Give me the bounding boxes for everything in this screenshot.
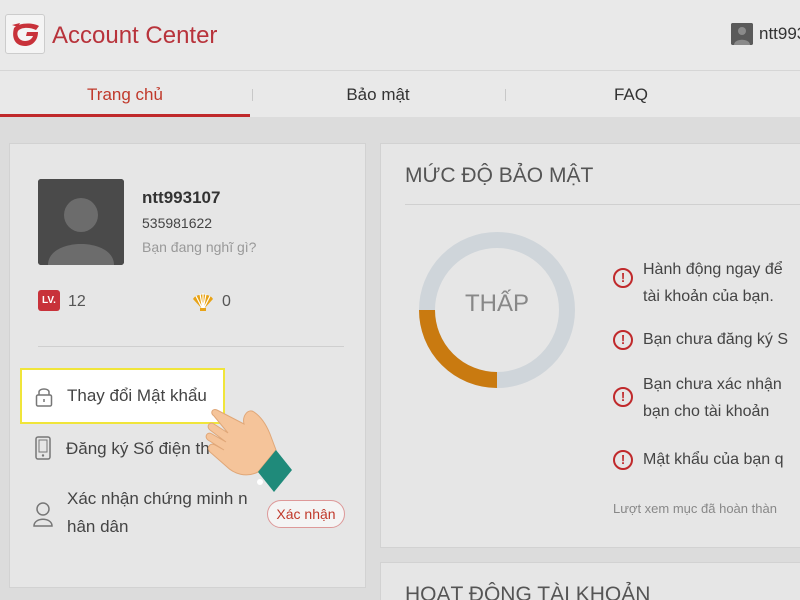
divider xyxy=(405,204,800,205)
profile-panel: ntt993107 535981622 Bạn đang nghĩ gì? LV… xyxy=(9,143,366,588)
warning-text: Hành động ngay để xyxy=(643,261,783,278)
security-panel: MỨC ĐỘ BẢO MẬT THẤP ! Hành động ngay để … xyxy=(380,143,800,548)
warning-icon: ! xyxy=(613,387,633,407)
warning-icon: ! xyxy=(613,450,633,470)
avatar[interactable] xyxy=(38,179,124,265)
brand-title: Account Center xyxy=(52,22,218,49)
security-title: MỨC ĐỘ BẢO MẬT xyxy=(405,164,594,187)
warning-text: Bạn chưa đăng ký S xyxy=(643,331,789,348)
profile-id: 535981622 xyxy=(142,215,213,231)
garena-logo[interactable] xyxy=(5,14,45,54)
header-bar: Account Center ntt993107 xyxy=(0,0,800,70)
person-icon xyxy=(33,502,53,527)
confirm-button[interactable]: Xác nhận xyxy=(267,500,345,528)
account-activity-panel: HOẠT ĐỘNG TÀI KHOẢN xyxy=(380,562,800,600)
register-phone-label: Đăng ký Số điện th xyxy=(66,439,210,458)
security-level-label: THẤP xyxy=(464,290,529,317)
warning-icon: ! xyxy=(613,268,633,288)
completed-items-link[interactable]: Lượt xem mục đã hoàn thàn xyxy=(613,501,777,516)
header-username[interactable]: ntt993107 xyxy=(759,24,800,44)
tab-faq[interactable]: FAQ xyxy=(506,71,756,118)
level-value: 12 xyxy=(68,293,86,310)
phone-icon xyxy=(35,436,51,460)
pointing-hand-icon xyxy=(205,409,292,492)
warning-text: bạn cho tài khoản xyxy=(643,403,770,420)
shell-value: 0 xyxy=(222,293,231,310)
tab-bar: Trang chủ Bảo mật FAQ xyxy=(0,70,800,117)
tab-security[interactable]: Bảo mật xyxy=(253,71,503,118)
tab-home[interactable]: Trang chủ xyxy=(0,71,250,118)
warning-text: Bạn chưa xác nhận xyxy=(643,376,782,393)
divider xyxy=(38,346,344,347)
active-tab-indicator xyxy=(0,114,250,117)
lock-icon xyxy=(35,388,53,407)
warning-text: tài khoản của bạn. xyxy=(643,288,774,305)
user-avatar-small[interactable] xyxy=(731,23,753,45)
profile-name: ntt993107 xyxy=(142,188,221,207)
warning-text: Mật khẩu của bạn q xyxy=(643,451,784,468)
change-password-item[interactable]: Thay đổi Mật khẩu xyxy=(20,368,225,424)
change-password-label: Thay đổi Mật khẩu xyxy=(67,386,207,405)
level-icon: LV. xyxy=(38,290,60,311)
shell-icon xyxy=(191,290,215,317)
verify-id-label-line2: hân dân xyxy=(67,517,129,536)
warning-icon: ! xyxy=(613,330,633,350)
activity-title: HOẠT ĐỘNG TÀI KHOẢN xyxy=(405,583,651,600)
status-input[interactable]: Bạn đang nghĩ gì? xyxy=(142,239,256,255)
